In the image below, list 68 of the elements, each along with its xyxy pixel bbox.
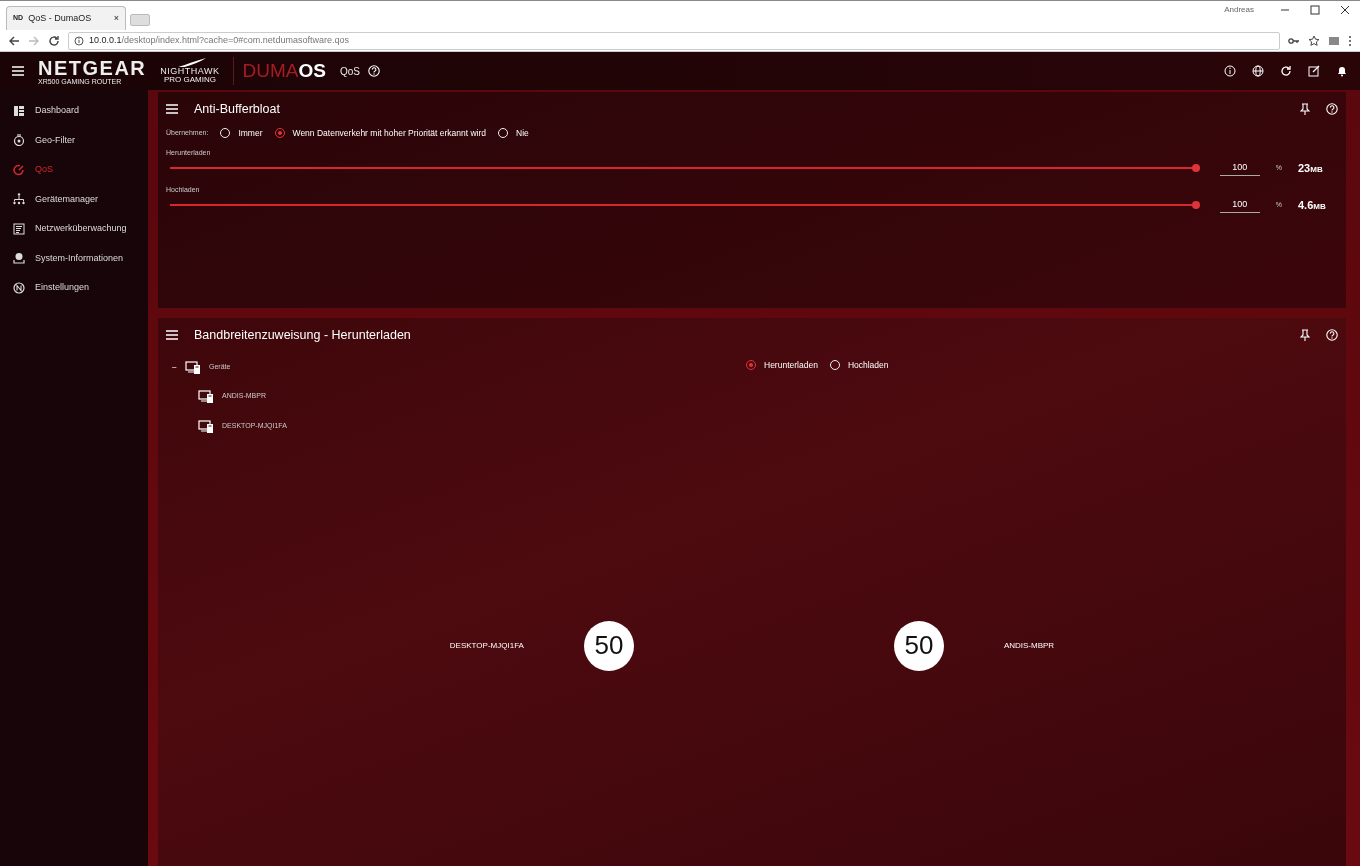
bell-icon[interactable]: [1336, 65, 1348, 77]
radio-option[interactable]: Immer: [220, 126, 263, 140]
percent-field[interactable]: 100: [1219, 161, 1260, 176]
device-label: DESKTOP-MJQI1FA: [449, 639, 524, 652]
qos-icon: [13, 163, 25, 176]
info-icon[interactable]: [1224, 65, 1236, 77]
dumaos-logo: DUMAOS: [233, 56, 326, 86]
profile-name[interactable]: Andreas: [1224, 4, 1254, 16]
tab-title: QoS - DumaOS: [28, 11, 93, 25]
more-icon[interactable]: [1348, 34, 1352, 47]
slider-thumb[interactable]: [1191, 164, 1200, 173]
url-text: 10.0.0.1/desktop/index.html?cache=0#com.netdumasoftware.qos: [89, 33, 349, 47]
help-icon[interactable]: [1326, 329, 1338, 342]
menu-icon[interactable]: [12, 66, 24, 76]
menu-icon[interactable]: [166, 104, 178, 115]
extension-icon[interactable]: [1328, 34, 1340, 47]
panel-title: Bandbreitenzuweisung - Herunterladen: [194, 327, 411, 344]
bandwidth-amount: 4.6MB: [1298, 198, 1327, 213]
panel-title: Anti-Bufferbloat: [194, 101, 280, 118]
computer-icon: [198, 419, 214, 433]
info-icon: [74, 35, 84, 46]
settings-icon: [13, 281, 25, 294]
pin-icon[interactable]: [1300, 103, 1310, 116]
page-title: QoS: [339, 64, 360, 79]
geo-icon: [13, 134, 25, 147]
sidebar-item[interactable]: Gerätemanager: [0, 184, 148, 214]
maximize-icon[interactable]: [1310, 5, 1320, 15]
sidebar-item[interactable]: QoS: [0, 155, 148, 185]
collapse-toggle[interactable]: −: [172, 360, 177, 374]
percent-field[interactable]: 100: [1219, 198, 1260, 213]
tab-close-button[interactable]: ×: [113, 11, 119, 26]
share-value[interactable]: 50: [583, 620, 634, 671]
computer-icon: [198, 390, 214, 403]
radio-option[interactable]: Herunterladen: [746, 358, 818, 372]
sidebar-item[interactable]: Netzwerküberwachung: [0, 214, 148, 244]
sidebar-item[interactable]: System-Informationen: [0, 243, 148, 273]
help-icon[interactable]: [367, 65, 380, 77]
info-icon: [13, 252, 25, 265]
nighthawk-logo: NIGHTHAWK: [160, 67, 220, 77]
bandwidth-amount: 23MB: [1298, 161, 1324, 176]
pin-icon[interactable]: [1300, 329, 1310, 342]
radio-option[interactable]: Hochladen: [829, 358, 889, 372]
slider-thumb[interactable]: [1191, 201, 1200, 210]
computer-icon: [184, 360, 201, 374]
dashboard-icon: [13, 104, 25, 117]
star-icon[interactable]: [1308, 34, 1320, 47]
edit-icon[interactable]: [1308, 65, 1320, 77]
radio-label: Hochladen: [847, 358, 889, 372]
globe-icon[interactable]: [1252, 65, 1264, 77]
close-icon[interactable]: [1340, 5, 1350, 15]
radio-label: Nie: [516, 126, 529, 140]
sidebar-item[interactable]: Geo-Filter: [0, 125, 148, 155]
radio-label: Herunterladen: [764, 358, 818, 372]
sidebar-item[interactable]: Einstellungen: [0, 273, 148, 303]
devices-icon: [13, 193, 25, 206]
radio-option[interactable]: Nie: [498, 126, 529, 140]
address-bar[interactable]: 10.0.0.1/desktop/index.html?cache=0#com.netdumasoftware.qos: [68, 31, 1280, 50]
radio-label: Immer: [238, 126, 263, 140]
help-icon[interactable]: [1326, 103, 1338, 116]
reload-icon[interactable]: [48, 34, 60, 47]
brand-logo: NETGEAR: [38, 57, 147, 78]
nighthawk-subtitle: PRO GAMING: [162, 76, 217, 85]
back-arrow-icon[interactable]: [8, 34, 20, 47]
sidebar-item[interactable]: Dashboard: [0, 96, 148, 126]
menu-icon[interactable]: [166, 330, 178, 341]
share-value[interactable]: 50: [893, 620, 944, 671]
device-label: ANDIS-MBPR: [1003, 639, 1055, 652]
network-icon: [13, 222, 25, 235]
